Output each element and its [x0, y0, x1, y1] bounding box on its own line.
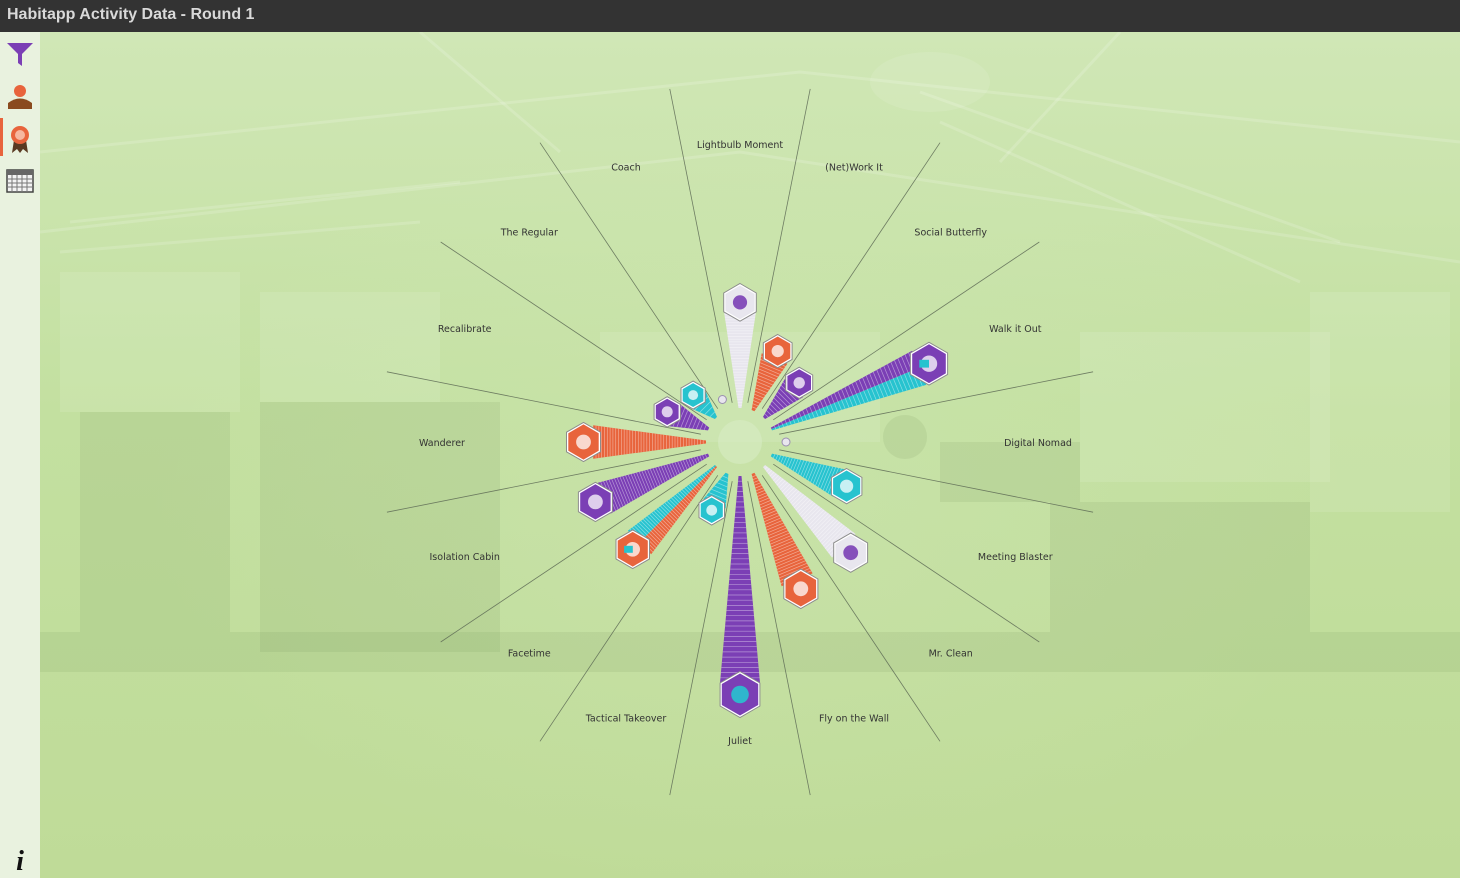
badge-spoke-coach[interactable] [717, 395, 727, 404]
badge-label-juliet: Juliet [727, 736, 752, 747]
badge-emblem-accent [624, 545, 633, 553]
badges-button[interactable] [0, 118, 40, 158]
sector-divider [669, 88, 733, 403]
badge-spoke-digital-nomad[interactable] [781, 437, 791, 447]
sector-divider [761, 475, 941, 742]
visualization-stage: Lightbulb Moment (Net)Work It Social Butte… [40, 32, 1460, 878]
badge-spoke-lightbulb-moment[interactable] [723, 282, 757, 409]
badge-dot-digital-nomad[interactable] [781, 437, 791, 447]
badge-label-the-regular: The Regular [500, 227, 558, 238]
badge-label-lightbulb-moment: Lightbulb Moment [697, 140, 784, 151]
badge-emblem-icon [793, 581, 809, 597]
badge-label-meeting-blaster: Meeting Blaster [978, 552, 1053, 563]
badge-label-recalibrate: Recalibrate [438, 324, 492, 335]
badge-label-isolation-cabin: Isolation Cabin [430, 552, 500, 563]
badge-emblem-icon [731, 685, 749, 704]
badge-emblem-icon [661, 406, 673, 418]
badge-label-tactical-takeover: Tactical Takeover [585, 713, 667, 724]
award-icon [11, 126, 29, 153]
calendar-button[interactable] [0, 160, 40, 200]
sector-divider [669, 481, 733, 796]
badge-emblem-icon [688, 390, 699, 401]
badge-emblem-icon [706, 504, 718, 516]
badge-emblem-icon [576, 434, 591, 450]
badge-emblem-icon [771, 345, 784, 358]
badge-emblem-icon [840, 479, 854, 493]
badge-label-wanderer: Wanderer [419, 438, 465, 449]
badge-radial-chart: Lightbulb Moment (Net)Work It Social Butte… [386, 88, 1094, 796]
sector-divider [539, 475, 719, 742]
badge-emblem-icon [732, 295, 748, 310]
sidebar: i [0, 32, 40, 878]
badge-dot-coach[interactable] [717, 395, 727, 404]
badge-label-coach: Coach [611, 163, 641, 174]
calendar-icon [6, 169, 34, 193]
badge-emblem-icon [588, 494, 603, 510]
sector-divider [539, 142, 719, 409]
badge-label-net-work-it: (Net)Work It [825, 163, 883, 174]
app-title: Habitapp Activity Data - Round 1 [7, 6, 255, 23]
people-button[interactable] [0, 76, 40, 116]
badge-label-fly-on-the-wall: Fly on the Wall [819, 713, 889, 724]
badge-emblem-icon [843, 545, 859, 561]
title-bar: Habitapp Activity Data - Round 1 [0, 0, 1460, 32]
badge-label-facetime: Facetime [508, 649, 551, 660]
badge-label-walk-it-out: Walk it Out [989, 324, 1042, 335]
badge-stack-lightbulb-moment [724, 311, 756, 408]
badge-label-social-butterfly: Social Butterfly [914, 227, 987, 238]
chart-hub [718, 420, 762, 464]
badge-emblem-icon [793, 377, 805, 389]
badge-label-mr-clean: Mr. Clean [929, 649, 973, 660]
filter-icon [7, 43, 33, 66]
sector-divider [386, 371, 701, 435]
info-button[interactable]: i [10, 848, 30, 876]
badge-spoke-wanderer[interactable] [566, 421, 707, 463]
badge-label-digital-nomad: Digital Nomad [1004, 438, 1072, 449]
badge-spoke-meeting-blaster[interactable] [770, 453, 863, 505]
badge-emblem-accent [919, 359, 929, 368]
person-icon [8, 85, 32, 109]
filter-button[interactable] [0, 34, 40, 74]
